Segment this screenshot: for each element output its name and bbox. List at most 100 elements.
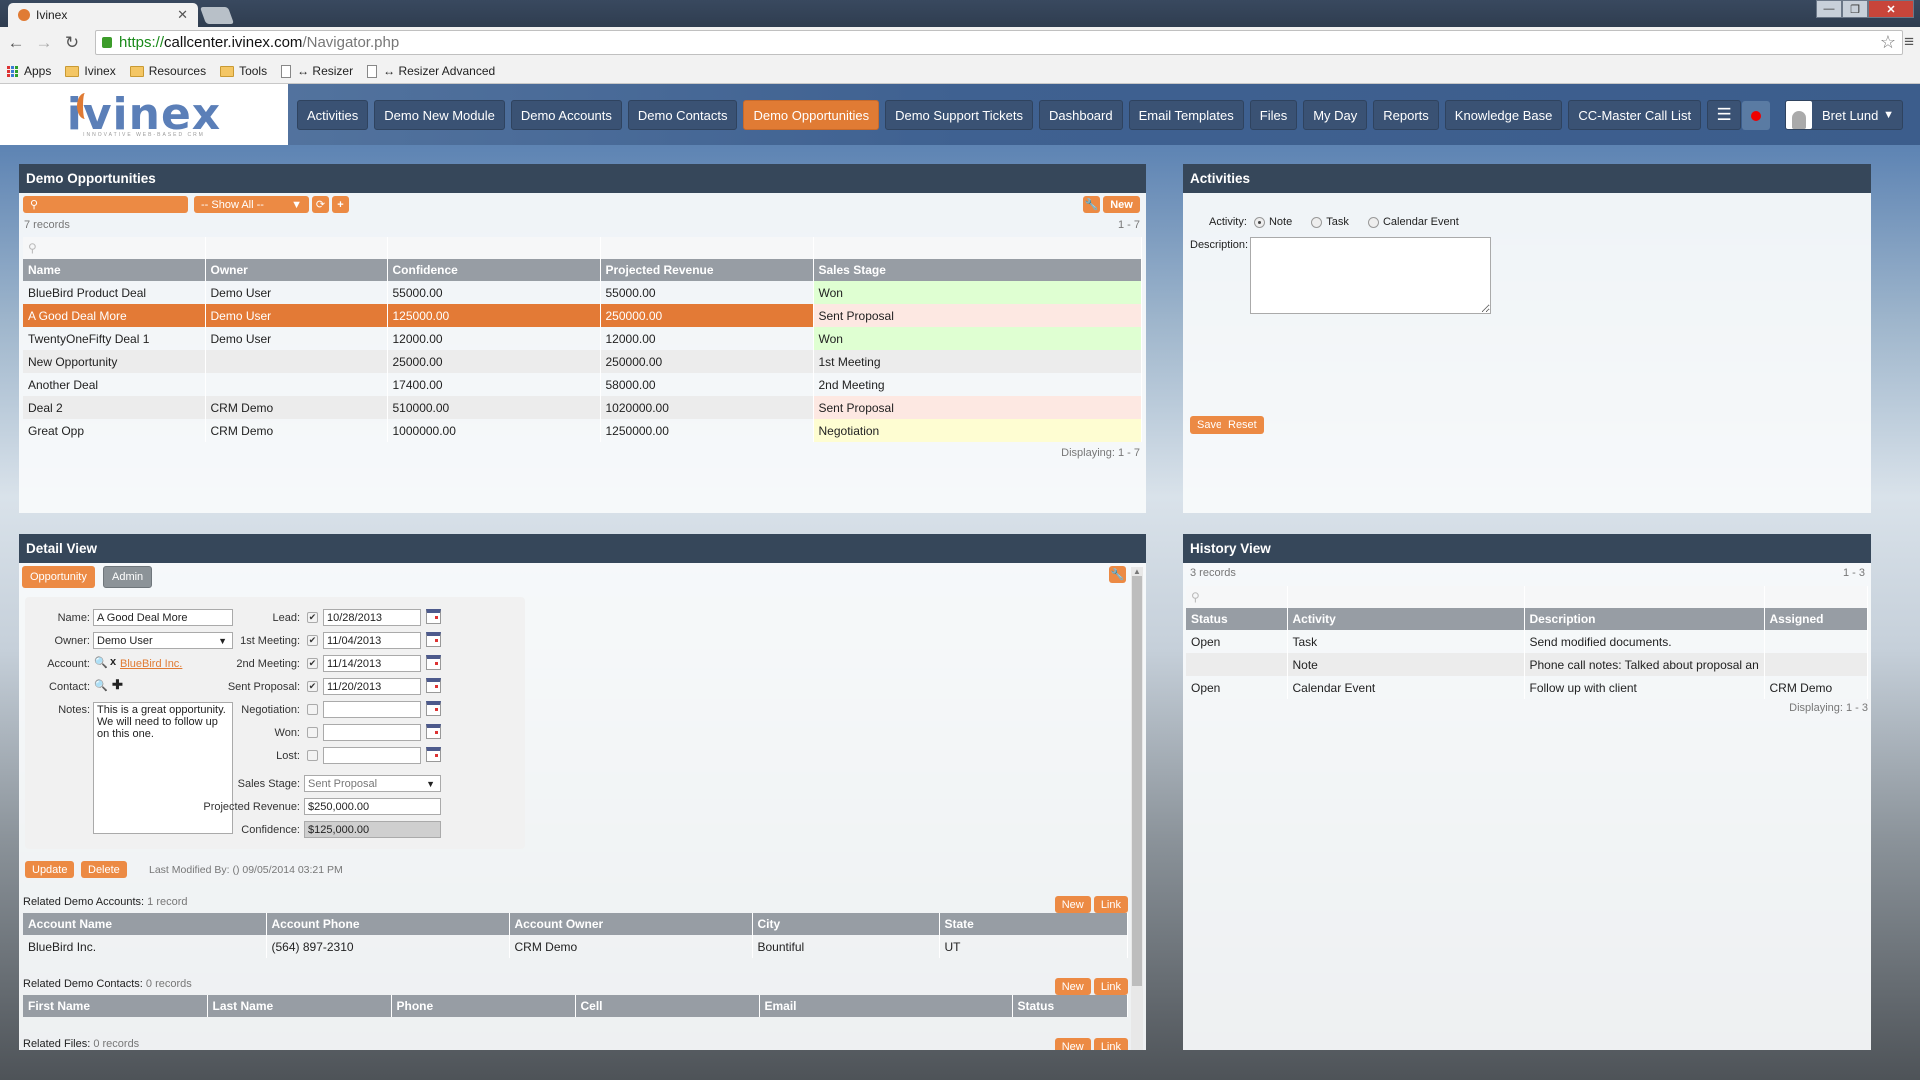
bookmark-resizer[interactable]: ↔ Resizer: [281, 64, 353, 78]
tab-admin[interactable]: Admin: [103, 566, 153, 588]
table-row[interactable]: TwentyOneFifty Deal 1 Demo User 12000.00 12…: [23, 327, 1142, 350]
ivinex-logo[interactable]: ivinex INNOVATIVE WEB-BASED CRM: [0, 84, 288, 145]
column-header[interactable]: City: [752, 913, 940, 935]
nav-demo-contacts[interactable]: Demo Contacts: [627, 100, 738, 130]
column-filter-input[interactable]: ⚲: [1186, 586, 1288, 608]
activity-option-task[interactable]: Task: [1311, 216, 1349, 228]
nav-activities[interactable]: Activities: [297, 100, 369, 130]
account-link[interactable]: BlueBird Inc.: [120, 658, 182, 670]
calendar-icon[interactable]: [426, 747, 441, 762]
delete-button[interactable]: Delete: [81, 861, 127, 878]
column-header[interactable]: Status: [1012, 995, 1128, 1017]
nav-demo-opportunities[interactable]: Demo Opportunities: [743, 100, 880, 130]
lost-checkbox[interactable]: [307, 750, 318, 761]
related-accounts-new-button[interactable]: New: [1054, 896, 1091, 913]
calendar-icon[interactable]: [426, 632, 441, 647]
update-button[interactable]: Update: [25, 861, 75, 878]
column-header[interactable]: Sales Stage: [813, 259, 1142, 281]
sales-stage-select[interactable]: Sent Proposal ▼: [304, 775, 441, 792]
meeting1-checkbox[interactable]: ✔: [307, 635, 318, 646]
user-menu[interactable]: Bret Lund ▼: [1785, 100, 1903, 130]
reload-icon[interactable]: ↻: [60, 33, 84, 53]
table-row[interactable]: Another Deal 17400.00 58000.00 2nd Meeting: [23, 373, 1142, 396]
column-header[interactable]: Last Name: [207, 995, 392, 1017]
column-header[interactable]: Phone: [391, 995, 576, 1017]
nav-demo-support-tickets[interactable]: Demo Support Tickets: [885, 100, 1033, 130]
calendar-icon[interactable]: [426, 678, 441, 693]
column-header[interactable]: Account Name: [23, 913, 267, 935]
lead-checkbox[interactable]: ✔: [307, 612, 318, 623]
browser-tab[interactable]: Ivinex ✕: [8, 3, 198, 27]
column-header[interactable]: Account Owner: [509, 913, 753, 935]
add-button[interactable]: +: [332, 196, 349, 213]
column-header[interactable]: Assigned: [1764, 608, 1868, 630]
activity-option-note[interactable]: Note: [1253, 216, 1292, 228]
table-row[interactable]: Great Opp CRM Demo 1000000.00 1250000.00 Neg…: [23, 419, 1142, 442]
table-row[interactable]: Deal 2 CRM Demo 510000.00 1020000.00 Sent Pr…: [23, 396, 1142, 419]
related-contacts-new-button[interactable]: New: [1054, 978, 1091, 995]
notes-textarea[interactable]: This is a great opportunity. We will nee…: [93, 702, 233, 834]
bookmark-apps[interactable]: Apps: [7, 64, 51, 78]
won-date-input[interactable]: [323, 724, 421, 741]
column-filter-input[interactable]: [600, 237, 814, 259]
column-header[interactable]: Owner: [205, 259, 388, 281]
nav-email-templates[interactable]: Email Templates: [1128, 100, 1244, 130]
column-filter-input[interactable]: [205, 237, 388, 259]
nav-knowledge-base[interactable]: Knowledge Base: [1444, 100, 1563, 130]
column-filter-input[interactable]: [1524, 586, 1765, 608]
column-filter-input[interactable]: ⚲: [23, 237, 206, 259]
calendar-icon[interactable]: [426, 609, 441, 624]
column-header[interactable]: State: [939, 913, 1128, 935]
nav-dashboard[interactable]: Dashboard: [1039, 100, 1123, 130]
calendar-icon[interactable]: [426, 701, 441, 716]
table-row[interactable]: BlueBird Inc. (564) 897-2310 CRM Demo Bount…: [23, 935, 1128, 958]
meeting1-date-input[interactable]: 11/04/2013: [323, 632, 421, 649]
column-filter-input[interactable]: [1764, 586, 1868, 608]
related-files-link-button[interactable]: Link: [1093, 1038, 1128, 1050]
description-textarea[interactable]: [1250, 237, 1491, 314]
nav-reports[interactable]: Reports: [1373, 100, 1439, 130]
search-input[interactable]: ⚲: [23, 196, 188, 213]
filter-select[interactable]: -- Show All -- ▼: [194, 196, 309, 213]
column-header[interactable]: Email: [759, 995, 1013, 1017]
table-row[interactable]: Open Task Send modified documents.: [1186, 630, 1868, 653]
negotiation-date-input[interactable]: [323, 701, 421, 718]
negotiation-checkbox[interactable]: [307, 704, 318, 715]
settings-button[interactable]: 🔧: [1083, 196, 1100, 213]
browser-menu-icon[interactable]: ≡: [1904, 32, 1914, 52]
bookmark-star-icon[interactable]: ☆: [1880, 32, 1896, 53]
account-search-icon[interactable]: 🔍: [94, 656, 108, 669]
more-menu-button[interactable]: ☰: [1707, 100, 1742, 130]
nav-demo-new-module[interactable]: Demo New Module: [374, 100, 505, 130]
bookmark-ivinex[interactable]: Ivinex: [65, 64, 116, 78]
column-header[interactable]: Name: [23, 259, 206, 281]
bookmark-resizer-advanced[interactable]: ↔ Resizer Advanced: [367, 64, 495, 78]
calendar-icon[interactable]: [426, 655, 441, 670]
column-filter-input[interactable]: [1287, 586, 1525, 608]
lead-date-input[interactable]: 10/28/2013: [323, 609, 421, 626]
column-header[interactable]: Activity: [1287, 608, 1525, 630]
sent-date-input[interactable]: 11/20/2013: [323, 678, 421, 695]
window-close-button[interactable]: ✕: [1868, 0, 1914, 18]
new-tab-button[interactable]: [199, 7, 235, 24]
column-header[interactable]: Status: [1186, 608, 1288, 630]
column-filter-input[interactable]: [387, 237, 601, 259]
column-header[interactable]: Confidence: [387, 259, 601, 281]
tab-opportunity[interactable]: Opportunity: [22, 566, 95, 588]
back-arrow-icon[interactable]: ←: [4, 33, 28, 53]
tab-close-icon[interactable]: ✕: [177, 7, 188, 23]
nav-my-day[interactable]: My Day: [1303, 100, 1368, 130]
column-header[interactable]: First Name: [23, 995, 208, 1017]
nav-cc-master-call-list[interactable]: CC-Master Call List: [1568, 100, 1702, 130]
related-accounts-link-button[interactable]: Link: [1093, 896, 1128, 913]
won-checkbox[interactable]: [307, 727, 318, 738]
nav-files[interactable]: Files: [1249, 100, 1298, 130]
calendar-icon[interactable]: [426, 724, 441, 739]
refresh-button[interactable]: ⟳: [312, 196, 329, 213]
column-header[interactable]: Description: [1524, 608, 1765, 630]
related-contacts-link-button[interactable]: Link: [1093, 978, 1128, 995]
forward-arrow-icon[interactable]: →: [32, 33, 56, 53]
account-clear-icon[interactable]: x: [110, 656, 116, 668]
detail-settings-button[interactable]: 🔧: [1109, 566, 1126, 583]
bookmark-tools[interactable]: Tools: [220, 64, 267, 78]
